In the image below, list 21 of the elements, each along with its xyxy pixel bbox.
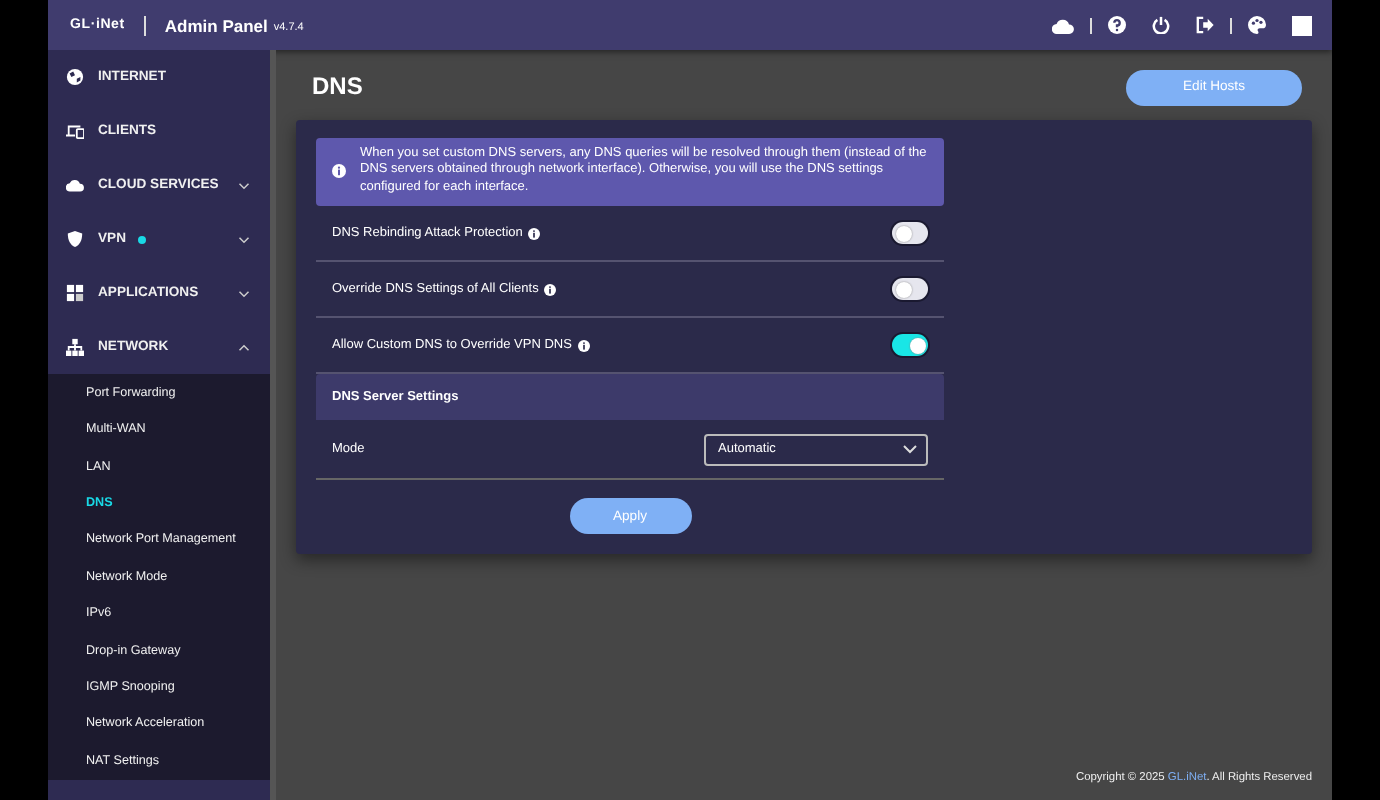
info-icon [332, 164, 346, 179]
app-title: Admin Panel [164, 15, 268, 35]
globe-icon [66, 68, 84, 86]
page-title: DNS [312, 71, 363, 99]
help-icon[interactable] [1108, 16, 1126, 34]
grid-icon [66, 284, 84, 302]
palette-icon[interactable] [1248, 16, 1266, 34]
cloud-icon[interactable] [1052, 17, 1074, 33]
info-icon[interactable] [544, 283, 557, 296]
info-icon[interactable] [577, 339, 590, 352]
network-icon [66, 338, 84, 356]
info-icon[interactable] [528, 227, 541, 240]
toggle-switch[interactable] [892, 222, 928, 245]
shield-icon [66, 230, 84, 248]
power-icon[interactable] [1152, 16, 1170, 34]
logout-icon[interactable] [1196, 16, 1214, 34]
toggle-switch[interactable] [892, 334, 928, 357]
cloud-icon [66, 176, 84, 194]
toggle-switch[interactable] [892, 278, 928, 301]
devices-icon [66, 122, 84, 140]
chevron-down-icon [902, 444, 918, 455]
